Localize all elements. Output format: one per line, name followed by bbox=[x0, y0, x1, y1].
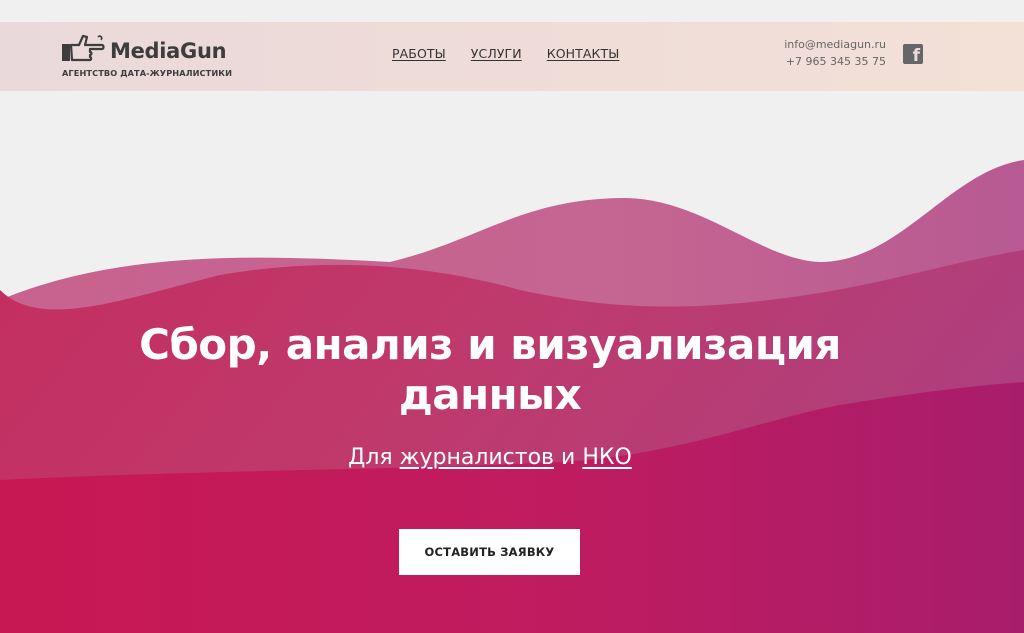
hero-subtitle: Для журналистов и НКО bbox=[0, 445, 980, 470]
logo[interactable]: MediaGun АГЕНТСТВО ДАТА-ЖУРНАЛИСТИКИ bbox=[62, 30, 242, 82]
nav-item-services[interactable]: УСЛУГИ bbox=[471, 46, 522, 61]
header-contacts: info@mediagun.ru +7 965 345 35 75 bbox=[770, 36, 886, 70]
main-nav: РАБОТЫ УСЛУГИ КОНТАКТЫ bbox=[392, 46, 644, 61]
facebook-icon[interactable]: f bbox=[903, 44, 923, 66]
logo-name: MediaGun bbox=[110, 39, 227, 63]
subtitle-prefix: Для bbox=[348, 445, 393, 470]
contact-email[interactable]: info@mediagun.ru bbox=[770, 36, 886, 53]
nav-item-works[interactable]: РАБОТЫ bbox=[392, 46, 446, 61]
submit-request-button[interactable]: ОСТАВИТЬ ЗАЯВКУ bbox=[399, 529, 580, 575]
contact-phone[interactable]: +7 965 345 35 75 bbox=[770, 53, 886, 70]
logo-tagline: АГЕНТСТВО ДАТА-ЖУРНАЛИСТИКИ bbox=[62, 68, 233, 78]
subtitle-middle: и bbox=[561, 445, 576, 470]
journalists-link[interactable]: журналистов bbox=[400, 445, 554, 470]
ngo-link[interactable]: НКО bbox=[582, 445, 631, 470]
page: MediaGun АГЕНТСТВО ДАТА-ЖУРНАЛИСТИКИ РАБ… bbox=[0, 0, 1024, 633]
nav-item-contacts[interactable]: КОНТАКТЫ bbox=[547, 46, 620, 61]
hero-title-line1: Сбор, анализ и визуализация bbox=[139, 320, 841, 369]
hero-title-line2: данных bbox=[398, 370, 582, 419]
pointing-hand-icon bbox=[62, 34, 105, 62]
site-header: MediaGun АГЕНТСТВО ДАТА-ЖУРНАЛИСТИКИ РАБ… bbox=[0, 22, 1024, 91]
hero-title: Сбор, анализ и визуализация данных bbox=[0, 320, 980, 420]
